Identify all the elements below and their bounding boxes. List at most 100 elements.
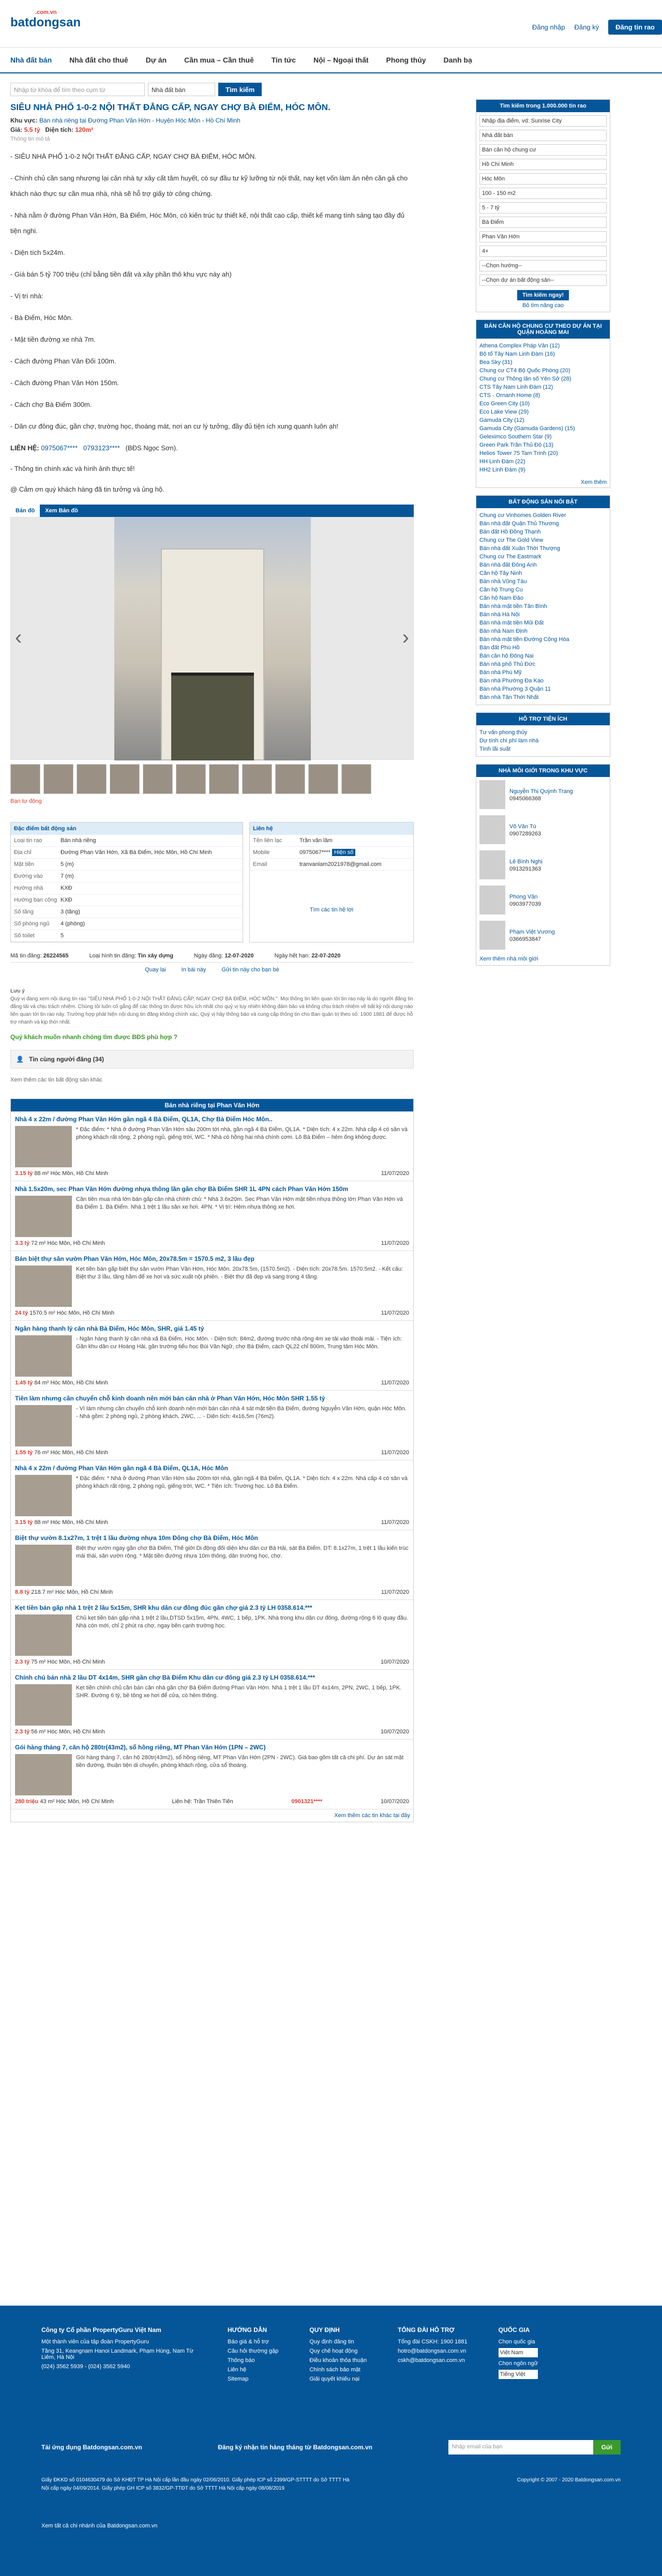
login-link[interactable]: Đăng nhập <box>532 23 565 31</box>
agent-avatar[interactable] <box>479 850 505 879</box>
thumbnail[interactable] <box>275 764 305 794</box>
next-arrow-icon[interactable]: › <box>402 626 409 649</box>
agent-avatar[interactable] <box>479 921 505 950</box>
nearby-project-link[interactable]: CTS - Ornanh Home (8) <box>479 391 607 400</box>
related-item-image[interactable] <box>15 1684 72 1726</box>
featured-link[interactable]: Bán nhà Vũng Tàu <box>479 577 607 586</box>
featured-link[interactable]: Bán nhà mặt tiền Đường Cộng Hòa <box>479 635 607 644</box>
tool-link[interactable]: Dự tính chi phí làm nhà <box>479 737 607 745</box>
newsletter-submit-button[interactable]: Gửi <box>593 2440 621 2455</box>
newsletter-email-input[interactable]: Nhập email của bạn <box>448 2440 593 2455</box>
search-input[interactable]: Nhập từ khóa để tìm theo cụm từ <box>10 83 145 96</box>
nearby-project-link[interactable]: Helios Tower 75 Tam Trinh (20) <box>479 449 607 458</box>
footer-branches-link[interactable]: Xem tất cả chi nhánh của Batdongsan.com.… <box>41 2523 157 2529</box>
footer-rules-link[interactable]: Quy định đăng tin <box>309 2339 367 2345</box>
sidebar-search-field[interactable]: 5 - 7 tỷ <box>479 202 607 214</box>
thumbnail[interactable] <box>176 764 206 794</box>
nearby-project-link[interactable]: Eco Green City (10) <box>479 400 607 408</box>
agent-avatar[interactable] <box>479 815 505 844</box>
featured-link[interactable]: Bán nhà đất Xuân Thới Thượng <box>479 544 607 553</box>
related-item-image[interactable] <box>15 1335 72 1377</box>
nearby-project-link[interactable]: Geleximco Southern Star (9) <box>479 433 607 441</box>
sidebar-search-field[interactable]: Bà Điểm <box>479 217 607 228</box>
prev-arrow-icon[interactable]: ‹ <box>15 626 22 649</box>
app-download[interactable]: Tải ứng dụng Batdongsan.com.vn <box>41 2444 142 2451</box>
featured-link[interactable]: Căn hộ Tây Ninh <box>479 569 607 577</box>
action-link[interactable]: In bài này <box>182 967 206 973</box>
related-item[interactable]: Nhà 4 x 22m / đường Phan Văn Hớn gần ngã… <box>11 1460 413 1530</box>
related-item-title[interactable]: Ngân hàng thanh lý căn nhà Bà Điểm, Hóc … <box>15 1325 409 1332</box>
related-item[interactable]: Nhà 4 x 22m / đường Phan Văn Hớn gần ngã… <box>11 1111 413 1181</box>
featured-link[interactable]: Bán nhà đất Quận Thủ Thương <box>479 520 607 528</box>
sidebar-search-field[interactable]: --Chọn dự án bất động sản-- <box>479 275 607 286</box>
related-item[interactable]: Gói hàng tháng 7, căn hộ 280tr(43m2), sổ… <box>11 1740 413 1809</box>
sidebar-search-field[interactable]: Bán căn hộ chung cư <box>479 144 607 156</box>
nearby-project-link[interactable]: CTS Tây Nam Linh Đàm (12) <box>479 383 607 391</box>
related-item-title[interactable]: Tiền làm nhưng cần chuyển chỗ kinh doanh… <box>15 1395 409 1402</box>
menu-item[interactable]: Nhà đất cho thuê <box>69 56 128 64</box>
menu-item[interactable]: Nhà đất bán <box>10 56 52 64</box>
menu-item[interactable]: Dự án <box>146 56 167 64</box>
related-item[interactable]: Tiền làm nhưng cần chuyển chỗ kinh doanh… <box>11 1391 413 1460</box>
footer-guide-link[interactable]: Sitemap <box>228 2376 278 2382</box>
show-phone-button[interactable]: Hiện số <box>332 849 356 856</box>
agent-name[interactable]: Lê Bình Nghị <box>509 858 543 866</box>
featured-link[interactable]: Bán nhà Phường 3 Quận 11 <box>479 685 607 693</box>
footer-rules-link[interactable]: Chính sách bảo mật <box>309 2367 367 2373</box>
footer-guide-link[interactable]: Câu hỏi thường gặp <box>228 2348 278 2354</box>
sidebar-search-field[interactable]: Nhập địa điểm, vd: Sunrise City <box>479 115 607 127</box>
post-listing-button[interactable]: Đăng tin rao <box>608 20 662 35</box>
related-item-title[interactable]: Bán biệt thự sân vườn Phan Văn Hớn, Hóc … <box>15 1255 409 1262</box>
agent-avatar[interactable] <box>479 886 505 914</box>
menu-item[interactable]: Phong thủy <box>386 56 426 64</box>
phone-2-link[interactable]: 0793123**** <box>83 444 120 452</box>
thumbnail[interactable] <box>308 764 338 794</box>
footer-rules-link[interactable]: Điều khoản thỏa thuận <box>309 2357 367 2364</box>
related-item[interactable]: Biệt thự vườn 8.1x27m, 1 trệt 1 lầu đườn… <box>11 1530 413 1600</box>
featured-link[interactable]: Bán nhà mặt tiền Tân Bình <box>479 602 607 611</box>
related-item-title[interactable]: Gói hàng tháng 7, căn hộ 280tr(43m2), sổ… <box>15 1744 409 1751</box>
related-item-image[interactable] <box>15 1405 72 1446</box>
featured-link[interactable]: Bán nhà Phường Đa Kao <box>479 677 607 685</box>
footer-guide-link[interactable]: Báo giá & hỗ trợ <box>228 2339 278 2345</box>
contact-other-link[interactable]: Tìm các tin hệ lợi <box>310 907 353 913</box>
related-item-title[interactable]: Nhà 4 x 22m / đường Phan Văn Hớn gần ngã… <box>15 1465 409 1472</box>
featured-link[interactable]: Bán nhà Phú Mỹ <box>479 668 607 677</box>
related-more-link[interactable]: Xem thêm các tin khác tại đây <box>334 1812 410 1819</box>
tool-link[interactable]: Tính lãi suất <box>479 745 607 753</box>
nearby-project-link[interactable]: Athena Complex Pháp Vân (12) <box>479 342 607 350</box>
agent-name[interactable]: Nguyễn Thị Quỳnh Trang <box>509 787 573 796</box>
footer-email-2[interactable]: cskh@batdongsan.com.vn <box>398 2357 468 2364</box>
related-item[interactable]: Nhà 1.5x20m, sec Phan Văn Hớn đường nhựa… <box>11 1181 413 1251</box>
nearby-project-link[interactable]: Gamuda City (Gamuda Gardens) (15) <box>479 424 607 433</box>
featured-link[interactable]: Chung cư The Gold View <box>479 536 607 544</box>
language-select[interactable]: Tiếng Việt <box>498 2370 538 2379</box>
register-link[interactable]: Đăng ký <box>574 23 599 31</box>
footer-email-1[interactable]: hotro@batdongsan.com.vn <box>398 2348 468 2354</box>
nearby-project-link[interactable]: Green Park Trần Thủ Độ (13) <box>479 441 607 449</box>
related-item-title[interactable]: Nhà 1.5x20m, sec Phan Văn Hớn đường nhựa… <box>15 1185 409 1193</box>
agent-name[interactable]: Võ Văn Tú <box>509 822 541 831</box>
featured-link[interactable]: Bán đất Hồ Đồng Thạnh <box>479 528 607 536</box>
sidebar-search-field[interactable]: 100 - 150 m2 <box>479 188 607 199</box>
related-item-title[interactable]: Kẹt tiền bán gấp nhà 1 trệt 2 lầu 5x15m,… <box>15 1604 409 1611</box>
thumbnail[interactable] <box>143 764 173 794</box>
menu-item[interactable]: Tin tức <box>272 56 296 64</box>
featured-link[interactable]: Bán nhà Nam Định <box>479 627 607 635</box>
nearby-project-link[interactable]: Eco Lake View (29) <box>479 408 607 416</box>
suggestion-link[interactable]: Quý khách muốn nhanh chóng tìm được BĐS … <box>10 1033 414 1041</box>
thumbnail[interactable] <box>341 764 371 794</box>
thumbnail[interactable] <box>110 764 140 794</box>
tab-street-map[interactable]: Xem Bản đồ <box>40 505 83 517</box>
search-category-select[interactable]: Nhà đất bán <box>148 83 215 96</box>
agent-name[interactable]: Phạm Việt Vương <box>509 928 555 936</box>
related-item-title[interactable]: Biệt thự vườn 8.1x27m, 1 trệt 1 lầu đườn… <box>15 1534 409 1542</box>
featured-link[interactable]: Bán nhà mặt tiền Mũi Đất <box>479 619 607 627</box>
related-item[interactable]: Kẹt tiền bán gấp nhà 1 trệt 2 lầu 5x15m,… <box>11 1600 413 1670</box>
related-item-image[interactable] <box>15 1196 72 1237</box>
sidebar-search-button[interactable]: Tìm kiếm ngay! <box>517 290 569 300</box>
sidebar-search-field[interactable]: 4+ <box>479 246 607 257</box>
related-item-image[interactable] <box>15 1126 72 1167</box>
thumbnail[interactable] <box>242 764 272 794</box>
agent-card[interactable]: Lê Bình Nghị 0913291363 <box>476 847 610 882</box>
